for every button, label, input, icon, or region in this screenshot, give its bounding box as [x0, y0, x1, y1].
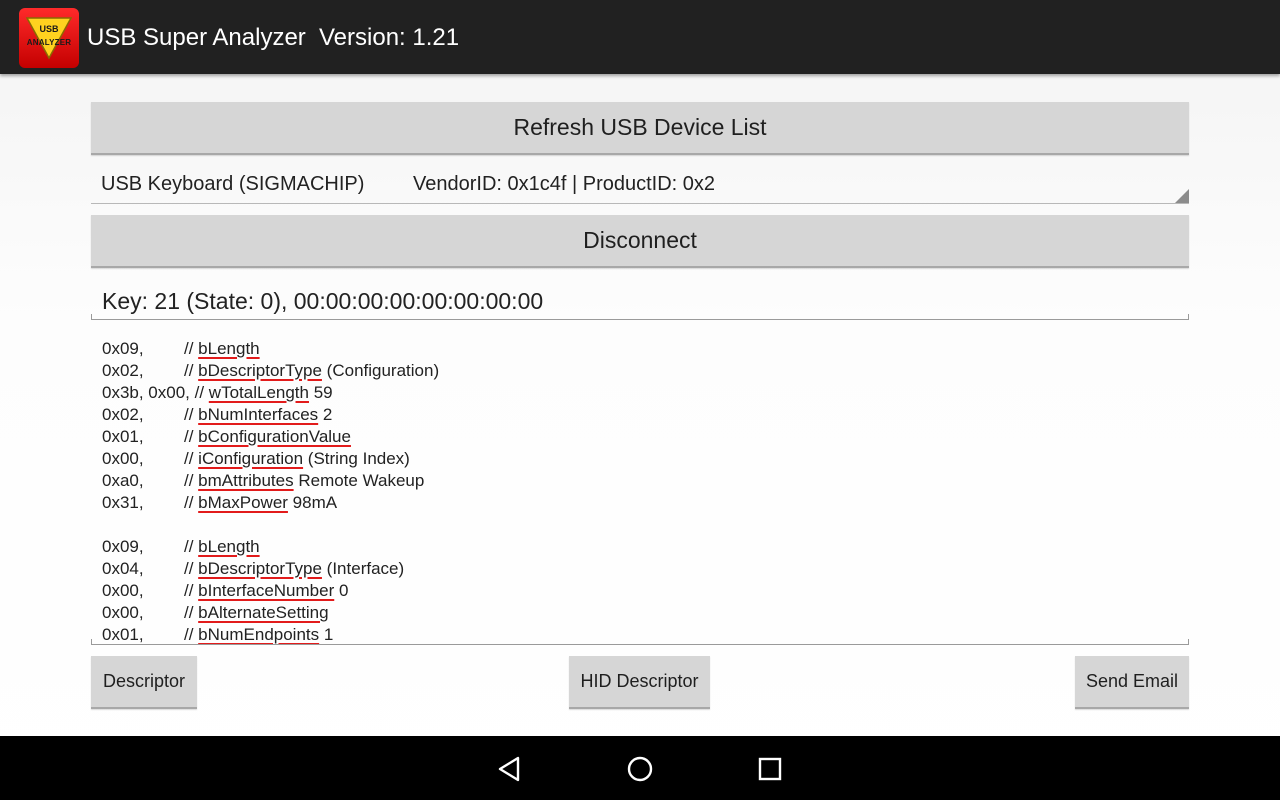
refresh-device-list-button[interactable]: Refresh USB Device List — [91, 102, 1189, 155]
descriptor-comment-marker: // — [184, 559, 199, 578]
descriptor-hex: 0x00, — [102, 581, 144, 600]
descriptor-field-value: (String Index) — [303, 449, 410, 468]
descriptor-field-name: bConfigurationValue — [198, 427, 351, 446]
descriptor-hex: 0x00, — [102, 603, 144, 622]
descriptor-line-content: // bConfigurationValue — [184, 426, 351, 448]
descriptor-comment-marker: // — [184, 427, 199, 446]
descriptor-comment-marker: // — [184, 537, 199, 556]
descriptor-comment-marker: // — [184, 449, 199, 468]
descriptor-hex: 0x04, — [102, 559, 144, 578]
descriptor-line-content: // bNumInterfaces 2 — [184, 404, 332, 426]
descriptor-line-content: // bDescriptorType (Interface) — [184, 558, 404, 580]
descriptor-comment-marker: // — [184, 471, 199, 490]
descriptor-hex: 0x09, — [102, 537, 144, 556]
app-logo-text-top: USB — [39, 24, 59, 34]
descriptor-line-content: 0x3b, 0x00, // wTotalLength 59 — [102, 382, 333, 404]
descriptor-hex: 0x31, — [102, 493, 144, 512]
descriptor-hex: 0x01, — [102, 625, 144, 644]
descriptor-hex: 0x00, — [102, 449, 144, 468]
descriptor-comment-marker: // — [184, 603, 199, 622]
field-tick-right — [1188, 314, 1189, 319]
descriptor-line-content: // iConfiguration (String Index) — [184, 448, 410, 470]
descriptor-field-value: (Interface) — [321, 559, 405, 578]
descriptor-field-name: bDescriptorType — [198, 559, 322, 578]
descriptor-field-name: bDescriptorType — [198, 361, 322, 380]
dropdown-arrow-icon — [1175, 189, 1189, 203]
app-title: USB Super Analyzer — [87, 24, 306, 51]
navigation-bar — [0, 736, 1280, 800]
disconnect-button[interactable]: Disconnect — [91, 215, 1189, 268]
descriptor-field-value: 1 — [319, 625, 334, 644]
descriptor-field-value: 59 — [308, 383, 333, 402]
device-ids: VendorID: 0x1c4f | ProductID: 0x2 — [413, 173, 716, 195]
descriptor-hex: 0x02, — [102, 361, 144, 380]
descriptor-comment-marker: // — [184, 405, 199, 424]
back-triangle-icon[interactable] — [495, 754, 525, 784]
app-logo-text-bottom: ANALYZER — [26, 38, 72, 47]
key-status-field[interactable]: Key: 21 (State: 0), 00:00:00:00:00:00:00… — [91, 280, 1189, 320]
app-version: Version: 1.21 — [319, 24, 460, 51]
descriptor-line-content: // bMaxPower 98mA — [184, 492, 337, 514]
descriptor-field-value: (Configuration) — [321, 361, 440, 380]
descriptor-field-value: 2 — [318, 405, 333, 424]
area-tick-left — [91, 639, 92, 644]
descriptor-field-name: bmAttributes — [198, 471, 294, 490]
descriptor-field-name: bAlternateSetting — [198, 603, 329, 622]
send-email-button[interactable]: Send Email — [1075, 656, 1189, 709]
descriptor-hex: 0x01, — [102, 427, 144, 446]
descriptor-field-name: wTotalLength — [208, 383, 309, 402]
device-name: USB Keyboard (SIGMACHIP) — [101, 173, 365, 195]
descriptor-comment-marker: // — [194, 383, 209, 402]
descriptor-line-content: // bNumEndpoints 1 — [184, 624, 334, 644]
descriptor-hex: 0x3b, 0x00, — [102, 383, 195, 402]
area-tick-right — [1188, 639, 1189, 644]
descriptor-field-value: Remote Wakeup — [293, 471, 425, 490]
descriptor-field-name: bInterfaceNumber — [198, 581, 335, 600]
descriptor-line-content: // bInterfaceNumber 0 — [184, 580, 348, 602]
descriptor-hex: 0x09, — [102, 339, 144, 358]
device-spinner[interactable]: USB Keyboard (SIGMACHIP) VendorID: 0x1c4… — [91, 162, 1189, 204]
key-status-text: Key: 21 (State: 0), 00:00:00:00:00:00:00… — [102, 288, 544, 314]
descriptor-line-content: // bLength — [184, 536, 260, 558]
descriptor-line-content: // bLength — [184, 338, 260, 360]
descriptor-comment-marker: // — [184, 339, 199, 358]
descriptor-field-name: bNumEndpoints — [198, 625, 320, 644]
home-circle-icon[interactable] — [625, 754, 655, 784]
descriptor-comment-marker: // — [184, 361, 199, 380]
descriptor-field-name: bNumInterfaces — [198, 405, 319, 424]
descriptor-hex: 0xa0, — [102, 471, 144, 490]
descriptor-text-area[interactable]: 0x09, // bLength 0x02, // bDescriptorType (… — [91, 328, 1189, 645]
descriptor-comment-marker: // — [184, 581, 199, 600]
descriptor-field-name: bLength — [198, 537, 260, 556]
recents-square-icon[interactable] — [755, 754, 785, 784]
descriptor-field-value: 98mA — [287, 493, 338, 512]
field-tick-left — [91, 314, 92, 319]
descriptor-line-content: // bmAttributes Remote Wakeup — [184, 470, 424, 492]
descriptor-button[interactable]: Descriptor — [91, 656, 197, 709]
descriptor-field-name: iConfiguration — [198, 449, 304, 468]
descriptor-line-content: // bAlternateSetting — [184, 602, 329, 624]
descriptor-comment-marker: // — [184, 493, 199, 512]
descriptor-hex: 0x02, — [102, 405, 144, 424]
hid-descriptor-button[interactable]: HID Descriptor — [569, 656, 710, 709]
app-logo-icon: USB ANALYZER — [19, 8, 79, 68]
descriptor-line-content: // bDescriptorType (Configuration) — [184, 360, 439, 382]
descriptor-field-name: bLength — [198, 339, 260, 358]
descriptor-field-name: bMaxPower — [198, 493, 288, 512]
descriptor-comment-marker: // — [184, 625, 199, 644]
action-bar: USB ANALYZER USB Super Analyzer Version:… — [0, 0, 1280, 74]
descriptor-field-value: 0 — [334, 581, 349, 600]
